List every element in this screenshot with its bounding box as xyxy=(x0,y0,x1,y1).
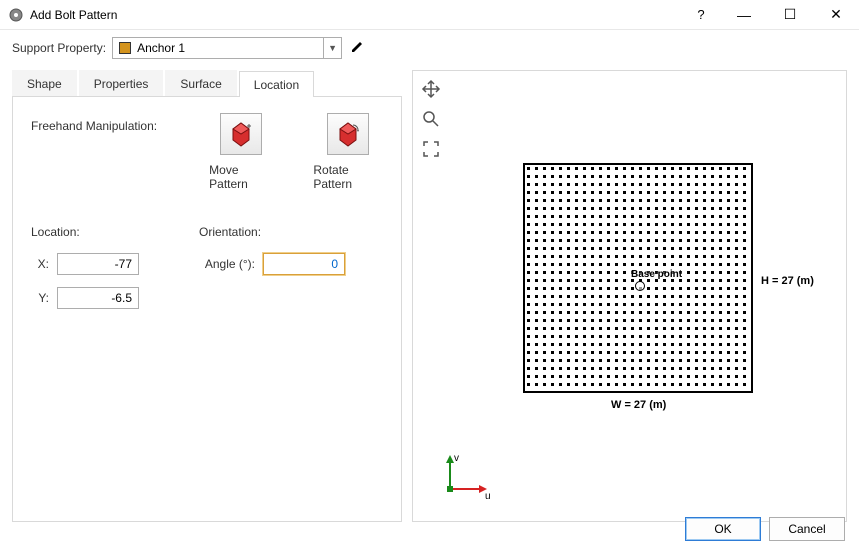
basepoint-marker xyxy=(635,281,645,291)
angle-label: Angle (°): xyxy=(199,257,255,271)
maximize-button[interactable]: ☐ xyxy=(767,0,813,29)
angle-input[interactable] xyxy=(263,253,345,275)
close-button[interactable]: ✕ xyxy=(813,0,859,29)
support-dropdown[interactable]: Anchor 1 ▼ xyxy=(112,37,342,59)
orientation-header: Orientation: xyxy=(199,225,345,239)
chevron-down-icon: ▼ xyxy=(323,38,341,58)
height-label: H = 27 (m) xyxy=(761,275,814,287)
location-panel: Freehand Manipulation: Move Pattern Rota… xyxy=(12,96,402,522)
minimize-button[interactable]: — xyxy=(721,0,767,29)
zoom-icon[interactable] xyxy=(419,107,443,131)
move-pattern-button[interactable] xyxy=(220,113,262,155)
fit-icon[interactable] xyxy=(419,137,443,161)
window-title: Add Bolt Pattern xyxy=(30,8,681,22)
x-label: X: xyxy=(31,257,49,271)
basepoint-label: Base point xyxy=(631,269,682,280)
rotate-pattern-caption: Rotate Pattern xyxy=(313,163,383,191)
app-icon xyxy=(8,7,24,23)
freehand-label: Freehand Manipulation: xyxy=(31,113,169,133)
location-header: Location: xyxy=(31,225,139,239)
x-input[interactable] xyxy=(57,253,139,275)
dialog-footer: OK Cancel xyxy=(685,517,845,541)
titlebar: Add Bolt Pattern ? — ☐ ✕ xyxy=(0,0,859,30)
tab-properties[interactable]: Properties xyxy=(79,70,164,96)
move-pattern-caption: Move Pattern xyxy=(209,163,273,191)
axis-indicator: v u xyxy=(435,451,495,501)
pan-icon[interactable] xyxy=(419,77,443,101)
tab-surface[interactable]: Surface xyxy=(165,70,236,96)
width-label: W = 27 (m) xyxy=(611,399,666,411)
support-label: Support Property: xyxy=(12,41,106,55)
help-button[interactable]: ? xyxy=(681,0,721,29)
support-swatch xyxy=(119,42,131,54)
edit-icon[interactable] xyxy=(350,38,366,59)
y-input[interactable] xyxy=(57,287,139,309)
tab-shape[interactable]: Shape xyxy=(12,70,77,96)
support-value: Anchor 1 xyxy=(137,41,323,55)
tab-location[interactable]: Location xyxy=(239,71,314,97)
cancel-button[interactable]: Cancel xyxy=(769,517,845,541)
tabs: Shape Properties Surface Location xyxy=(12,70,402,96)
support-row: Support Property: Anchor 1 ▼ xyxy=(0,30,859,60)
ok-button[interactable]: OK xyxy=(685,517,761,541)
u-axis-label: u xyxy=(485,491,491,501)
rotate-pattern-button[interactable] xyxy=(327,113,369,155)
y-label: Y: xyxy=(31,291,49,305)
v-axis-label: v xyxy=(454,453,459,464)
preview-panel: Base point H = 27 (m) W = 27 (m) v u xyxy=(412,70,847,522)
